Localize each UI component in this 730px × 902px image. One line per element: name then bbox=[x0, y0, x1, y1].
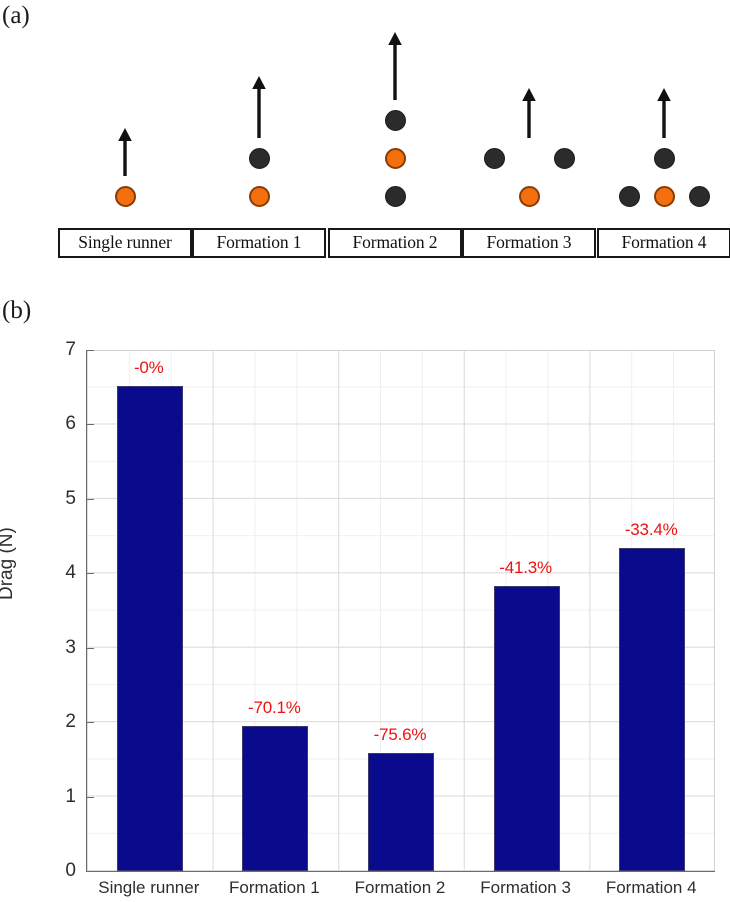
bar bbox=[116, 385, 183, 871]
formation-group-formation-2: Formation 2 bbox=[328, 30, 462, 260]
bar bbox=[619, 547, 686, 871]
runner-marker bbox=[618, 186, 640, 207]
bar-value-label: -75.6% bbox=[373, 724, 427, 744]
bar-value-label: -41.3% bbox=[499, 557, 552, 577]
formation-runners-formation-4 bbox=[597, 30, 730, 210]
direction-up-arrow bbox=[384, 32, 406, 100]
y-axis-tick-label: 1 bbox=[65, 785, 76, 807]
formation-caption-formation-4: Formation 4 bbox=[597, 228, 730, 258]
bar-value-label: -70.1% bbox=[248, 697, 301, 717]
y-axis-tick-label: 3 bbox=[65, 636, 76, 658]
y-axis-tick-label: 7 bbox=[65, 339, 76, 360]
formation-runners-formation-2 bbox=[328, 30, 462, 210]
y-axis-tick-label: 5 bbox=[65, 487, 76, 509]
bar bbox=[368, 752, 434, 871]
y-axis-tick bbox=[87, 498, 94, 500]
bar bbox=[493, 585, 560, 871]
direction-up-arrow bbox=[248, 76, 270, 138]
formation-caption-formation-2: Formation 2 bbox=[328, 228, 462, 258]
direction-up-arrow bbox=[653, 88, 675, 138]
y-axis-tick bbox=[87, 722, 94, 724]
direction-up-arrow bbox=[114, 128, 136, 176]
y-axis-tick-label: 4 bbox=[65, 562, 76, 584]
runner-marker bbox=[483, 148, 505, 169]
runner-marker bbox=[688, 186, 710, 207]
y-axis-tick bbox=[87, 424, 94, 426]
y-axis-tick bbox=[87, 871, 94, 872]
y-axis-tick bbox=[87, 573, 94, 575]
plot-frame-right bbox=[714, 350, 715, 871]
focal-runner-marker bbox=[114, 186, 136, 207]
bar-value-label: -33.4% bbox=[624, 519, 678, 539]
formation-runners-formation-3 bbox=[462, 30, 596, 210]
focal-runner-marker bbox=[248, 186, 270, 207]
panel-a-label: (a) bbox=[2, 2, 30, 29]
formation-group-formation-4: Formation 4 bbox=[597, 30, 730, 260]
drag-bar-chart: Drag (N) 0 1 2 3 4 5 6 7 -0% Single runner -70.1% F… bbox=[0, 330, 730, 902]
formation-runners-single-runner bbox=[58, 30, 192, 210]
y-axis-tick bbox=[87, 796, 94, 798]
runner-marker bbox=[384, 186, 406, 207]
focal-runner-marker bbox=[653, 186, 675, 207]
formation-caption-formation-3: Formation 3 bbox=[462, 228, 596, 258]
runner-marker bbox=[653, 148, 675, 169]
runner-marker bbox=[248, 148, 270, 169]
plot-frame-top bbox=[87, 350, 715, 351]
formation-caption-single-runner: Single runner bbox=[58, 228, 192, 258]
y-axis-tick-label: 2 bbox=[65, 711, 76, 733]
runner-marker bbox=[553, 148, 575, 169]
formation-caption-formation-1: Formation 1 bbox=[192, 228, 326, 258]
formation-group-single-runner: Single runner bbox=[58, 30, 192, 260]
focal-runner-marker bbox=[518, 186, 540, 207]
focal-runner-marker bbox=[384, 148, 406, 169]
x-axis-tick-label: Formation 4 bbox=[605, 878, 697, 897]
y-axis-tick bbox=[87, 647, 94, 649]
direction-up-arrow bbox=[518, 88, 540, 138]
formations-diagram: Single runner Formation 1 Formation 2 Forma… bbox=[0, 30, 730, 260]
formation-runners-formation-1 bbox=[192, 30, 326, 210]
bar bbox=[242, 725, 309, 871]
formation-group-formation-1: Formation 1 bbox=[192, 30, 326, 260]
formation-group-formation-3: Formation 3 bbox=[462, 30, 596, 260]
y-axis-tick-label: 6 bbox=[65, 413, 76, 435]
y-axis-tick bbox=[87, 350, 94, 351]
panel-b-label: (b) bbox=[2, 297, 32, 324]
bar-value-label: -0% bbox=[133, 357, 164, 377]
runner-marker bbox=[384, 110, 406, 131]
plot-area bbox=[86, 350, 715, 872]
y-axis-title: Drag (N) bbox=[0, 527, 17, 600]
